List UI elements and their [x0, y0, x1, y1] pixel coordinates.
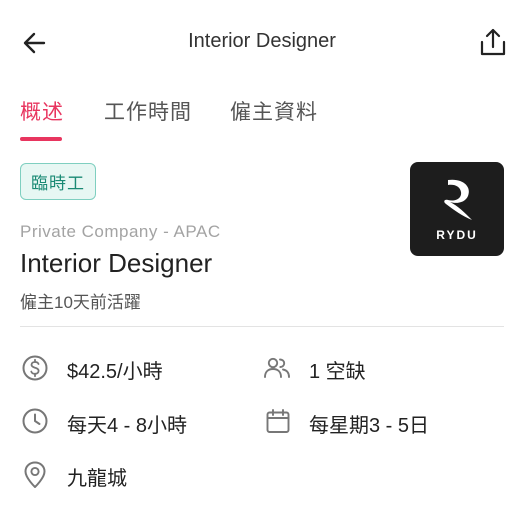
employer-activity: 僱主10天前活躍 — [20, 293, 141, 312]
job-title: Interior Designer — [20, 248, 213, 278]
location-pin-icon — [21, 460, 49, 488]
tab-employer-info[interactable]: 僱主資料 — [230, 96, 318, 126]
section-divider — [20, 326, 504, 327]
app-header: Interior Designer — [0, 0, 524, 84]
dollar-circle-icon — [21, 354, 49, 382]
active-tab-indicator — [20, 137, 62, 141]
page-title: Interior Designer — [188, 30, 336, 52]
calendar-icon — [264, 407, 292, 435]
daily-hours: 每天4 - 8小時 — [67, 415, 188, 437]
logo-wordmark: RYDU — [436, 228, 478, 242]
salary-value: $42.5/小時 — [67, 361, 163, 383]
vacancy-count: 1 空缺 — [309, 361, 366, 383]
weekly-days: 每星期3 - 5日 — [309, 415, 430, 437]
company-logo-mark — [444, 179, 472, 220]
tab-overview[interactable]: 概述 — [20, 96, 64, 126]
company-logo: RYDU — [410, 162, 504, 256]
tab-work-hours[interactable]: 工作時間 — [104, 96, 192, 126]
job-location: 九龍城 — [67, 468, 127, 490]
share-icon[interactable] — [478, 26, 508, 58]
people-icon — [262, 354, 290, 382]
tab-bar: 概述 工作時間 僱主資料 — [0, 84, 524, 142]
company-name: Private Company - APAC — [20, 222, 221, 241]
job-type-badge: 臨時工 — [20, 163, 96, 200]
clock-icon — [21, 407, 49, 435]
